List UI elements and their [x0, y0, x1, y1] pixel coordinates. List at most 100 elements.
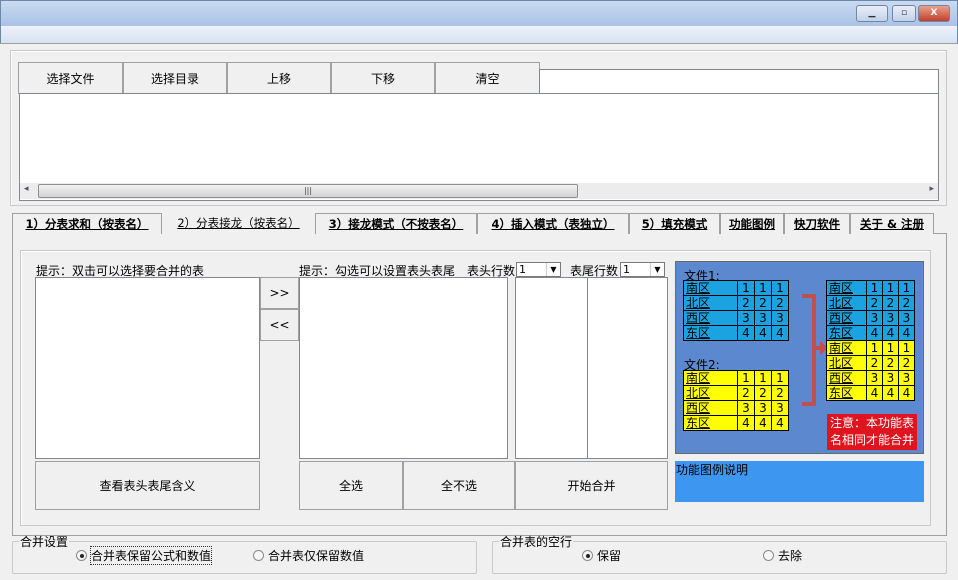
table-cell: 2 — [737, 295, 755, 311]
keep-formula-radio[interactable]: 合并表保留公式和数值 — [76, 546, 213, 565]
select-none-button[interactable]: 全不选 — [403, 461, 515, 510]
selected-sheet-list[interactable] — [299, 277, 508, 459]
table-row: 北区 2 2 2 — [683, 385, 789, 401]
table-cell: 2 — [754, 385, 772, 401]
merge-settings-title: 合并设置 — [20, 535, 69, 549]
header-rows-list[interactable] — [515, 277, 588, 459]
maximize-button[interactable]: ▫ — [892, 5, 916, 22]
scroll-thumb[interactable]: ||| — [38, 184, 578, 198]
table-cell: 3 — [882, 310, 899, 326]
table-cell: 北区 — [826, 295, 867, 311]
file-header-area — [539, 69, 939, 94]
table-cell: 3 — [898, 310, 915, 326]
sheet-list[interactable] — [35, 277, 260, 459]
tab-kuaidao-software[interactable]: 快刀软件 — [784, 213, 850, 234]
footer-rows-value: 1 — [623, 263, 630, 276]
table-cell: 西区 — [683, 310, 738, 326]
add-button[interactable]: >> — [260, 277, 299, 309]
remove-empty-rows-label: 去除 — [778, 549, 803, 563]
file1-table: 南区 1 1 1 北区 2 2 2 西区 3 3 3 东区 4 4 4 — [683, 280, 789, 341]
table-cell: 1 — [882, 340, 899, 356]
close-icon: X — [930, 8, 938, 18]
table-cell: 2 — [882, 295, 899, 311]
table-cell: 3 — [737, 400, 755, 416]
remove-empty-rows-radio[interactable]: 去除 — [763, 547, 802, 564]
remove-button[interactable]: << — [260, 309, 299, 341]
tab-about-register[interactable]: 关于 & 注册 — [850, 213, 934, 234]
minimize-button[interactable]: ▁ — [856, 5, 888, 22]
table-cell: 3 — [771, 400, 789, 416]
table-cell: 2 — [754, 295, 772, 311]
table-cell: 2 — [898, 355, 915, 371]
table-cell: 南区 — [826, 340, 867, 356]
table-row: 南区 1 1 1 — [683, 370, 789, 386]
table-cell: 3 — [737, 310, 755, 326]
keep-values-label: 合并表仅保留数值 — [268, 549, 365, 563]
table-cell: 西区 — [683, 400, 738, 416]
description-box: 功能图例说明 — [675, 461, 924, 502]
table-row: 北区 2 2 2 — [683, 295, 789, 311]
tab-append-by-name[interactable]: 2）分表接龙（按表名） — [162, 210, 315, 234]
table-cell: 西区 — [826, 310, 867, 326]
table-cell: 西区 — [826, 370, 867, 386]
table-cell: 2 — [771, 295, 789, 311]
keep-empty-rows-label: 保留 — [597, 549, 622, 563]
table-row: 西区 3 3 3 — [826, 370, 915, 386]
clear-button[interactable]: 清空 — [435, 62, 540, 94]
close-button[interactable]: X — [918, 5, 950, 22]
table-cell: 2 — [866, 295, 883, 311]
table-row: 北区 2 2 2 — [826, 355, 915, 371]
tab-sum-by-name[interactable]: 1）分表求和（按表名） — [12, 213, 162, 234]
table-cell: 4 — [771, 415, 789, 431]
table-row: 东区 4 4 4 — [826, 385, 915, 401]
scroll-left-icon[interactable]: ◂ — [24, 184, 29, 194]
grip-icon: ||| — [303, 186, 313, 195]
footer-rows-list[interactable] — [587, 277, 668, 459]
table-row: 东区 4 4 4 — [683, 325, 789, 341]
view-header-footer-meaning-button[interactable]: 查看表头表尾含义 — [35, 461, 260, 510]
keep-empty-rows-radio[interactable]: 保留 — [582, 547, 621, 564]
empty-rows-group: 合并表的空行 — [492, 533, 947, 574]
tab-fill-mode[interactable]: 5）填充模式 — [629, 213, 720, 234]
table-row: 东区 4 4 4 — [683, 415, 789, 431]
select-directory-button[interactable]: 选择目录 — [123, 62, 227, 94]
table-cell: 4 — [737, 325, 755, 341]
table-cell: 北区 — [683, 295, 738, 311]
note-box: 注意：本功能表 名相同才能合并 — [827, 414, 917, 450]
table-cell: 东区 — [683, 415, 738, 431]
tab-insert-mode[interactable]: 4）插入模式（表独立） — [477, 213, 629, 234]
keep-values-radio[interactable]: 合并表仅保留数值 — [253, 547, 364, 564]
horizontal-scrollbar[interactable]: ◂ ||| ▸ — [20, 183, 938, 199]
table-cell: 1 — [866, 280, 883, 296]
table-cell: 3 — [866, 310, 883, 326]
file2-table: 南区 1 1 1 北区 2 2 2 西区 3 3 3 东区 4 4 4 — [683, 370, 789, 431]
merge-arrow-icon — [802, 294, 828, 406]
table-cell: 2 — [898, 295, 915, 311]
maximize-icon: ▫ — [900, 8, 908, 18]
table-row: 西区 3 3 3 — [683, 310, 789, 326]
table-cell: 1 — [754, 280, 772, 296]
table-row: 南区 1 1 1 — [683, 280, 789, 296]
table-cell: 3 — [866, 370, 883, 386]
scroll-right-icon[interactable]: ▸ — [929, 184, 934, 194]
table-cell: 东区 — [826, 385, 867, 401]
header-rows-select[interactable]: 1 ▼ — [516, 262, 561, 277]
table-cell: 2 — [737, 385, 755, 401]
move-up-button[interactable]: 上移 — [227, 62, 331, 94]
empty-rows-title: 合并表的空行 — [500, 535, 573, 549]
table-cell: 4 — [754, 415, 772, 431]
start-merge-button[interactable]: 开始合并 — [515, 461, 668, 510]
select-all-button[interactable]: 全选 — [299, 461, 403, 510]
tab-function-legend[interactable]: 功能图例 — [720, 213, 784, 234]
table-row: 南区 1 1 1 — [826, 340, 915, 356]
table-cell: 4 — [866, 325, 883, 341]
table-cell: 4 — [898, 385, 915, 401]
footer-rows-select[interactable]: 1 ▼ — [620, 262, 665, 277]
table-cell: 4 — [754, 325, 772, 341]
note-line-2: 名相同才能合并 — [829, 433, 914, 447]
move-down-button[interactable]: 下移 — [331, 62, 435, 94]
tab-append-mode[interactable]: 3）接龙模式（不按表名） — [315, 213, 477, 234]
radio-selected-icon — [76, 550, 87, 561]
select-file-button[interactable]: 选择文件 — [18, 62, 123, 94]
table-cell: 南区 — [683, 280, 738, 296]
